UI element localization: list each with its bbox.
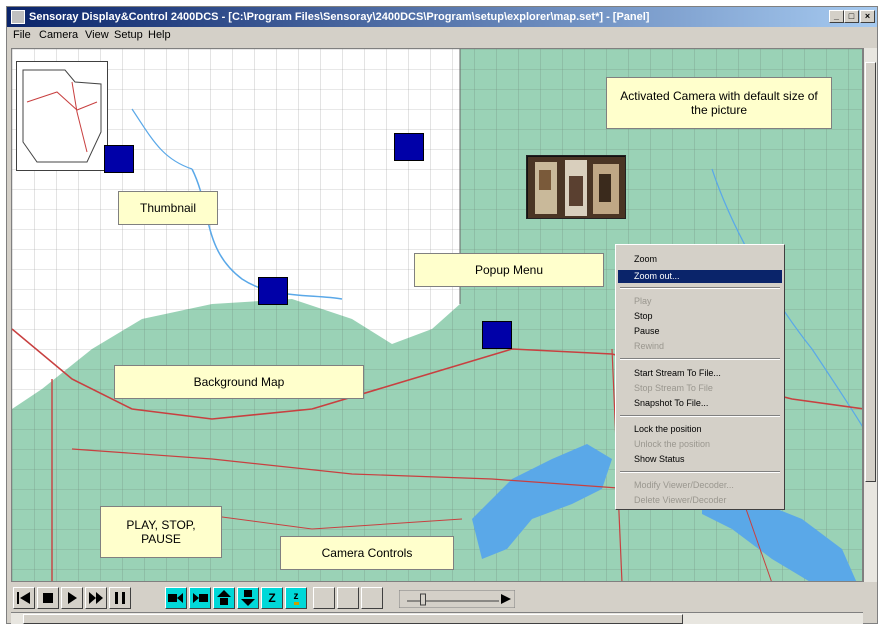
menu-camera[interactable]: Camera xyxy=(39,29,78,41)
minimize-button[interactable]: _ xyxy=(829,10,844,23)
popup-menu-item-pause[interactable]: Pause xyxy=(618,325,782,338)
popup-menu-item-stop[interactable]: Stop xyxy=(618,310,782,323)
callout-activated-camera: Activated Camera with default size of th… xyxy=(606,77,832,129)
pan-right-icon xyxy=(193,593,208,603)
play-button[interactable] xyxy=(61,587,83,609)
close-button[interactable]: × xyxy=(860,10,875,23)
zoom-in-icon: Z xyxy=(268,591,276,605)
callout-background-map: Background Map xyxy=(114,365,364,399)
popup-menu-item-zoom[interactable]: Zoom xyxy=(618,253,782,266)
menu-file[interactable]: File xyxy=(13,29,31,41)
pause-icon xyxy=(115,592,125,604)
popup-menu-item-start-stream[interactable]: Start Stream To File... xyxy=(618,367,782,380)
camera-thumbnail[interactable] xyxy=(258,277,288,305)
callout-play-stop-pause-text: PLAY, STOP, PAUSE xyxy=(126,518,196,546)
fast-forward-button[interactable] xyxy=(85,587,107,609)
menu-separator xyxy=(620,471,780,473)
empty-toolbar-slot xyxy=(337,587,359,609)
callout-thumbnail-text: Thumbnail xyxy=(139,201,197,215)
callout-thumbnail: Thumbnail xyxy=(118,191,218,225)
fast-forward-icon xyxy=(89,592,103,604)
background-map[interactable]: Thumbnail Activated Camera with default … xyxy=(11,48,863,582)
menu-separator xyxy=(620,415,780,417)
zoom-in-button[interactable]: Z xyxy=(261,587,283,609)
pan-right-button[interactable] xyxy=(189,587,211,609)
rewind-to-start-icon xyxy=(17,592,30,604)
menu-view[interactable]: View xyxy=(85,29,109,41)
horizontal-scrollbar[interactable] xyxy=(11,612,863,624)
callout-popup-menu: Popup Menu xyxy=(414,253,604,287)
menu-separator xyxy=(620,287,780,289)
camera-video-frame xyxy=(527,156,625,218)
volume-slider[interactable] xyxy=(398,589,516,609)
tilt-up-icon xyxy=(217,590,231,605)
title-bar[interactable]: Sensoray Display&Control 2400DCS - [C:\P… xyxy=(7,7,877,27)
menu-setup[interactable]: Setup xyxy=(114,29,143,41)
pan-left-icon xyxy=(168,593,183,603)
play-icon xyxy=(68,592,77,604)
tilt-down-button[interactable] xyxy=(237,587,259,609)
overview-inset-map[interactable] xyxy=(16,61,108,171)
restore-button[interactable]: □ xyxy=(844,10,859,23)
tilt-down-icon xyxy=(241,590,255,606)
tilt-up-button[interactable] xyxy=(213,587,235,609)
callout-play-stop-pause: PLAY, STOP, PAUSE xyxy=(100,506,222,558)
application-window: Sensoray Display&Control 2400DCS - [C:\P… xyxy=(6,6,878,624)
stop-icon xyxy=(43,593,53,603)
zoom-out-button[interactable]: z xyxy=(285,587,307,609)
callout-activated-camera-text: Activated Camera with default size of th… xyxy=(620,89,818,117)
app-icon[interactable] xyxy=(11,10,25,24)
vertical-scrollbar-thumb[interactable] xyxy=(865,62,876,482)
callout-background-map-text: Background Map xyxy=(193,375,285,389)
rewind-to-start-button[interactable] xyxy=(13,587,35,609)
popup-menu-item-zoom-out[interactable]: Zoom out... xyxy=(618,270,782,283)
callout-camera-controls: Camera Controls xyxy=(280,536,454,570)
camera-thumbnail[interactable] xyxy=(394,133,424,161)
popup-menu-item-lock-position[interactable]: Lock the position xyxy=(618,423,782,436)
horizontal-scrollbar-thumb[interactable] xyxy=(23,614,683,624)
popup-menu-item-modify-viewer[interactable]: Modify Viewer/Decoder... xyxy=(618,479,782,492)
popup-menu: Zoom Zoom out... Play Stop Pause Rewind … xyxy=(615,244,785,510)
empty-toolbar-slot xyxy=(361,587,383,609)
zoom-out-icon: z xyxy=(293,591,299,605)
vertical-scrollbar[interactable] xyxy=(863,48,877,582)
popup-menu-item-show-status[interactable]: Show Status xyxy=(618,453,782,466)
callout-popup-menu-text: Popup Menu xyxy=(474,263,544,277)
popup-menu-item-unlock-position[interactable]: Unlock the position xyxy=(618,438,782,451)
stop-button[interactable] xyxy=(37,587,59,609)
empty-toolbar-slot xyxy=(313,587,335,609)
popup-menu-item-rewind[interactable]: Rewind xyxy=(618,340,782,353)
camera-thumbnail[interactable] xyxy=(104,145,134,173)
popup-menu-item-play[interactable]: Play xyxy=(618,295,782,308)
activated-camera-picture[interactable] xyxy=(526,155,626,219)
volume-slider-graphic xyxy=(398,589,516,609)
popup-menu-item-delete-viewer[interactable]: Delete Viewer/Decoder xyxy=(618,494,782,507)
pan-left-button[interactable] xyxy=(165,587,187,609)
camera-thumbnail[interactable] xyxy=(482,321,512,349)
pause-button[interactable] xyxy=(109,587,131,609)
window-title: Sensoray Display&Control 2400DCS - [C:\P… xyxy=(29,11,650,23)
menu-separator xyxy=(620,358,780,360)
menu-bar: File Camera View Setup Help xyxy=(7,27,877,45)
popup-menu-item-snapshot[interactable]: Snapshot To File... xyxy=(618,397,782,410)
inset-map-graphic xyxy=(22,69,102,163)
menu-help[interactable]: Help xyxy=(148,29,171,41)
popup-menu-item-stop-stream[interactable]: Stop Stream To File xyxy=(618,382,782,395)
callout-camera-controls-text: Camera Controls xyxy=(321,546,413,560)
